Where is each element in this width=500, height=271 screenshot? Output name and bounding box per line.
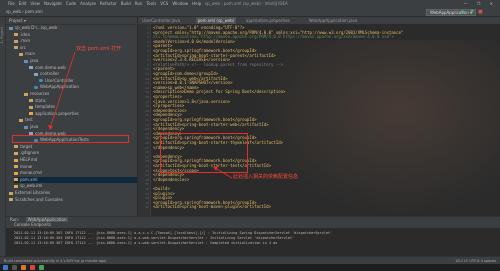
intellij-icon[interactable] xyxy=(30,265,35,270)
arrow-to-pom xyxy=(49,51,76,129)
browser-icon[interactable] xyxy=(21,265,26,270)
start-icon[interactable] xyxy=(3,265,8,270)
console-line: 2021-02-11 13:16:09.302 INFO 17112 --- [… xyxy=(14,231,333,235)
arrow-to-dependency xyxy=(214,167,233,179)
arrow-head-dependency xyxy=(213,166,218,171)
console-output[interactable]: 2021-02-11 13:16:09.302 INFO 17112 --- [… xyxy=(6,228,500,255)
app-icon[interactable] xyxy=(39,265,44,270)
search-icon[interactable] xyxy=(12,265,17,270)
console-line: 2021-02-11 13:16:09.307 INFO 17112 --- [… xyxy=(14,241,278,245)
arrow-head-pom xyxy=(48,125,53,130)
annotation-note-top: 双击 pom.xml 打开 xyxy=(76,46,122,52)
os-taskbar xyxy=(0,264,500,271)
console-line: 2021-02-11 13:16:09.303 INFO 17112 --- [… xyxy=(14,236,295,240)
annotation-note-bottom: 此处插入相关的依赖配置信息 xyxy=(233,174,299,180)
